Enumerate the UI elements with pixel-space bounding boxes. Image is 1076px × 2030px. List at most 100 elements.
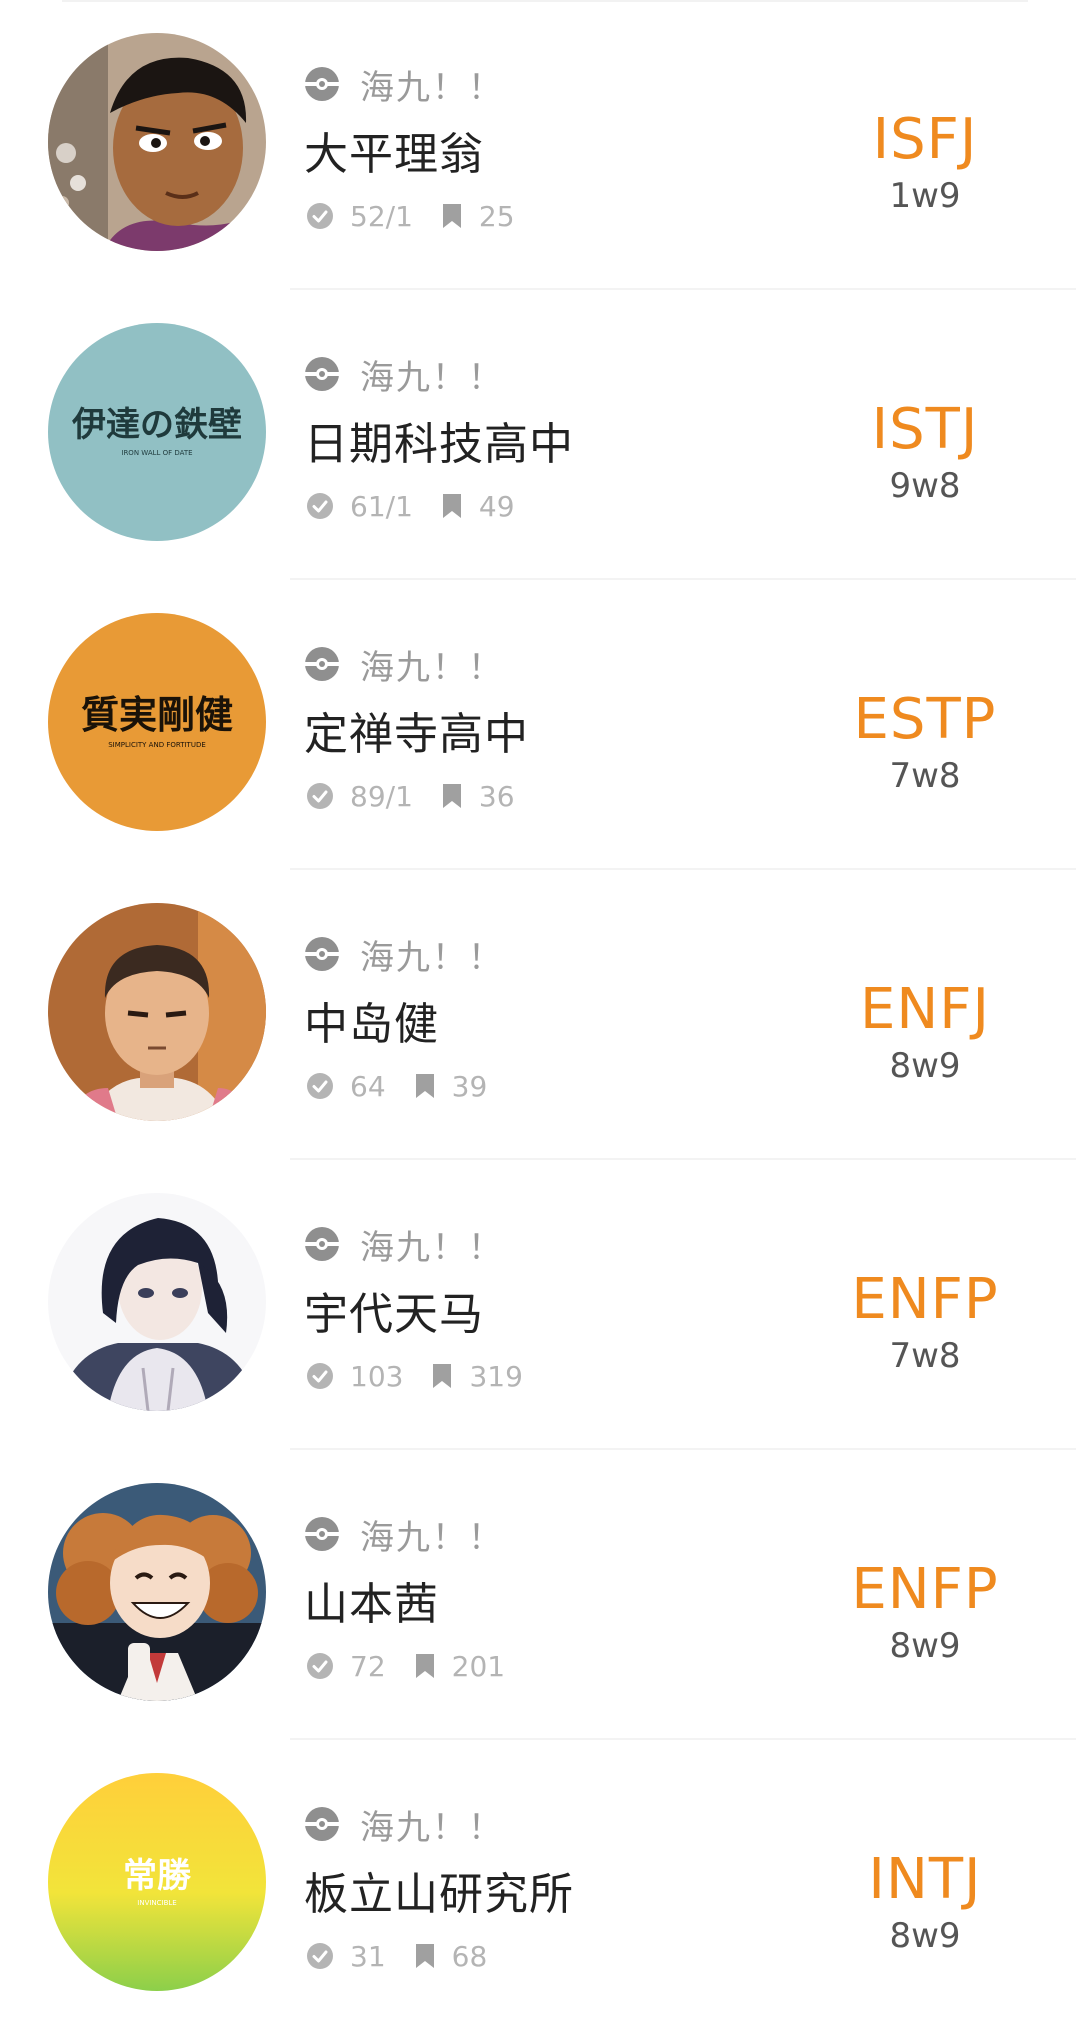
stats-row: 103 319 [306,1356,523,1396]
logo-avatar-image: 常勝 INVINCIBLE [48,1773,266,1991]
list-item[interactable]: 常勝 INVINCIBLE 海九！！ 板立山研究所 31 68 INTJ 8w9 [0,1740,1076,2030]
votes-count: 64 [350,1069,386,1103]
type-block: ENFJ 8w9 [790,977,1060,1087]
votes-count: 89/1 [350,779,413,813]
type-block: INTJ 8w9 [790,1847,1060,1957]
avatar-logo-subtext: INVINCIBLE [137,1899,176,1907]
bookmarks-count: 201 [451,1649,506,1683]
enneagram-type: 7w8 [889,1336,961,1376]
bookmark-icon [415,1944,434,1968]
pokeball-icon [305,937,339,971]
list-item[interactable]: 海九！！ 山本茜 72 201 ENFP 8w9 [0,1450,1076,1740]
avatar[interactable] [48,1483,266,1701]
author-row[interactable]: 海九！！ [304,642,504,688]
author-row[interactable]: 海九！！ [304,932,504,978]
character-avatar-image [48,1193,266,1411]
avatar-logo-text: 質実剛健 [81,692,233,737]
enneagram-type: 9w8 [889,466,961,506]
bookmark-icon [442,204,461,228]
votes-count: 52/1 [350,199,413,233]
list-item[interactable]: 伊達の鉄壁 IRON WALL OF DATE 海九！！ 日期科技高中 61/1… [0,290,1076,580]
enneagram-type: 8w9 [889,1916,961,1956]
item-info: 海九！！ 日期科技高中 61/1 49 [304,290,804,580]
votes-count: 103 [350,1359,404,1393]
logo-avatar-image: 伊達の鉄壁 IRON WALL OF DATE [48,323,266,541]
mbti-type: INTJ [868,1847,982,1912]
avatar[interactable] [48,1193,266,1411]
check-circle-icon [307,203,333,229]
item-title: 宇代天马 [304,1289,484,1340]
stats-row: 61/1 49 [306,486,515,526]
bookmark-icon [442,494,461,518]
type-block: ENFP 7w8 [790,1267,1060,1377]
mbti-type: ESTP [853,687,997,752]
avatar[interactable] [48,33,266,251]
author-name: 海九！！ [360,937,504,978]
bookmark-icon [442,784,461,808]
author-row[interactable]: 海九！！ [304,62,504,108]
check-circle-icon [307,1363,333,1389]
avatar[interactable]: 伊達の鉄壁 IRON WALL OF DATE [48,323,266,541]
check-circle-icon [307,493,333,519]
item-info: 海九！！ 中岛健 64 39 [304,870,804,1160]
item-title: 日期科技高中 [304,419,574,470]
author-row[interactable]: 海九！！ [304,352,504,398]
mbti-type: ENFP [851,1267,999,1332]
check-circle-icon [307,783,333,809]
stats-row: 72 201 [306,1646,505,1686]
mbti-type: ISFJ [872,107,978,172]
author-row[interactable]: 海九！！ [304,1512,504,1558]
mbti-type: ENFJ [860,977,990,1042]
check-circle-icon [307,1653,333,1679]
enneagram-type: 7w8 [889,756,961,796]
type-block: ISFJ 1w9 [790,107,1060,217]
bookmarks-count: 319 [469,1359,523,1393]
bookmarks-count: 39 [451,1069,488,1103]
item-info: 海九！！ 定禅寺高中 89/1 36 [304,580,804,870]
pokeball-icon [305,67,339,101]
character-avatar-image [48,33,266,251]
list-item[interactable]: 海九！！ 大平理翁 52/1 25 ISFJ 1w9 [0,0,1076,290]
author-name: 海九！！ [360,1807,504,1848]
author-name: 海九！！ [360,647,504,688]
item-info: 海九！！ 山本茜 72 201 [304,1450,804,1740]
author-name: 海九！！ [360,1227,504,1268]
list-item[interactable]: 質実剛健 SIMPLICITY AND FORTITUDE 海九！！ 定禅寺高中 [0,580,1076,870]
type-block: ISTJ 9w8 [790,397,1060,507]
character-avatar-image [48,1483,266,1701]
item-title: 板立山研究所 [304,1869,574,1920]
item-title: 大平理翁 [304,129,484,180]
avatar-logo-subtext: IRON WALL OF DATE [121,449,192,457]
item-info: 海九！！ 宇代天马 103 319 [304,1160,804,1450]
votes-count: 61/1 [350,489,413,523]
author-name: 海九！！ [360,67,504,108]
list-item[interactable]: 海九！！ 中岛健 64 39 ENFJ 8w9 [0,870,1076,1160]
check-circle-icon [307,1073,333,1099]
pokeball-icon [305,1807,339,1841]
check-circle-icon [307,1943,333,1969]
pokeball-icon [305,647,339,681]
avatar-logo-text: 常勝 [123,1856,192,1896]
mbti-type: ISTJ [871,397,979,462]
pokeball-icon [305,1517,339,1551]
stats-row: 52/1 25 [306,196,515,236]
avatar[interactable] [48,903,266,1121]
avatar-logo-text: 伊達の鉄壁 [71,405,242,445]
author-name: 海九！！ [360,357,504,398]
list-item[interactable]: 海九！！ 宇代天马 103 319 ENFP 7w8 [0,1160,1076,1450]
author-row[interactable]: 海九！！ [304,1802,504,1848]
mbti-type: ENFP [851,1557,999,1622]
item-title: 定禅寺高中 [304,709,529,760]
avatar[interactable]: 常勝 INVINCIBLE [48,1773,266,1991]
bookmark-icon [415,1654,434,1678]
pokeball-icon [305,1227,339,1261]
stats-row: 64 39 [306,1066,487,1106]
item-info: 海九！！ 大平理翁 52/1 25 [304,0,804,290]
bookmarks-count: 68 [451,1939,488,1973]
votes-count: 72 [350,1649,386,1683]
logo-avatar-image: 質実剛健 SIMPLICITY AND FORTITUDE [48,613,266,831]
author-row[interactable]: 海九！！ [304,1222,504,1268]
avatar[interactable]: 質実剛健 SIMPLICITY AND FORTITUDE [48,613,266,831]
stats-row: 89/1 36 [306,776,515,816]
stats-row: 31 68 [306,1936,487,1976]
